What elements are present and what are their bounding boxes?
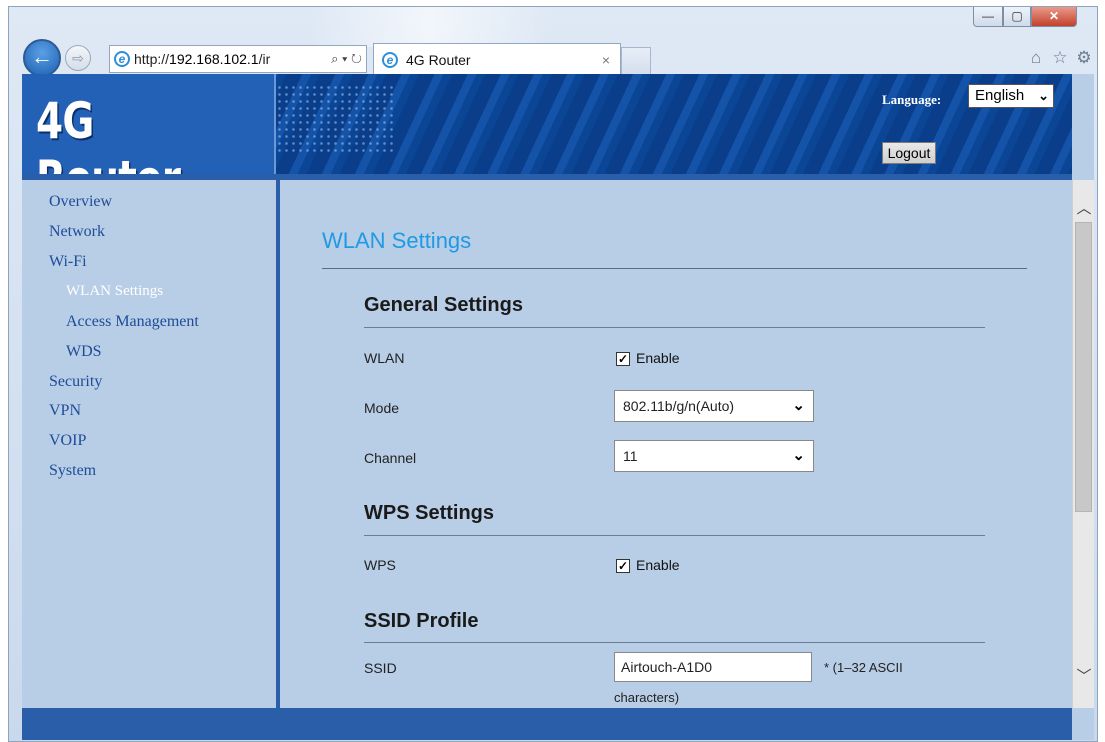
wlan-enable-label: Enable [636, 350, 680, 366]
wps-settings-heading: WPS Settings [364, 502, 495, 524]
maximize-button[interactable]: ▢ [1003, 7, 1031, 27]
favorites-star-icon[interactable]: ☆ [1049, 47, 1071, 69]
sidebar-item-security[interactable]: Security [49, 373, 102, 391]
wps-enable-label: Enable [636, 557, 680, 573]
sidebar-item-voip[interactable]: VOIP [49, 432, 86, 450]
address-prefix: http:// [134, 51, 170, 67]
wlan-label: WLAN [364, 350, 405, 366]
address-host: 192.168.102.1 [169, 51, 259, 67]
logo: 4G Router [22, 74, 276, 208]
sidebar-item-system[interactable]: System [49, 462, 96, 480]
chevron-down-icon: ⌄ [1038, 88, 1049, 103]
channel-select[interactable]: 11 ⌄ [614, 440, 814, 472]
ssid-profile-heading: SSID Profile [364, 610, 479, 632]
ssid-label: SSID [364, 660, 397, 676]
address-tools-icons[interactable]: ⌕ ▾ ↻ [327, 46, 362, 72]
section-divider [364, 642, 985, 643]
browser-tab[interactable]: e 4G Router × [373, 43, 621, 77]
sidebar-item-wds[interactable]: WDS [66, 343, 102, 361]
page-title: WLAN Settings [322, 228, 472, 253]
vertical-scrollbar[interactable]: ︿ ﹀ [1072, 180, 1094, 708]
channel-value: 11 [623, 448, 638, 464]
minimize-button[interactable]: — [973, 7, 1003, 27]
ssid-input[interactable]: Airtouch-A1D0 [614, 652, 812, 682]
sidebar-item-access-management[interactable]: Access Management [66, 313, 199, 331]
chevron-down-icon: ⌄ [792, 397, 805, 414]
footer-bar [22, 708, 1072, 740]
sidebar-item-network[interactable]: Network [49, 223, 105, 241]
chevron-down-icon: ⌄ [792, 447, 805, 464]
section-divider [364, 327, 985, 328]
sidebar-item-wifi[interactable]: Wi-Fi [49, 253, 87, 271]
scroll-up-icon[interactable]: ︿ [1073, 198, 1094, 220]
language-value: English [975, 87, 1025, 104]
scroll-down-icon[interactable]: ﹀ [1073, 666, 1094, 688]
address-bar[interactable]: e http://192.168.102.1/ir ⌕ ▾ ↻ [109, 45, 367, 73]
home-icon[interactable]: ⌂ [1025, 47, 1047, 69]
tab-close-icon[interactable]: × [602, 44, 610, 76]
language-select[interactable]: English ⌄ [968, 84, 1054, 108]
language-label: Language: [882, 92, 942, 107]
scrollbar-thumb[interactable] [1075, 222, 1092, 512]
address-rest: /ir [258, 51, 271, 67]
forward-button[interactable]: ⇨ [65, 45, 91, 71]
title-divider [322, 268, 1027, 269]
wps-enable-checkbox[interactable]: ✓ [616, 559, 630, 573]
wlan-enable-checkbox[interactable]: ✓ [616, 352, 630, 366]
channel-label: Channel [364, 450, 417, 466]
section-divider [364, 535, 985, 536]
main-content: WLAN Settings General Settings WLAN ✓ En… [280, 180, 1072, 708]
ie-page-icon: e [114, 51, 130, 67]
logout-button[interactable]: Logout [882, 142, 936, 164]
ssid-hint: * (1–32 ASCII [824, 660, 903, 675]
titlebar-glare [309, 7, 549, 47]
sidebar-item-overview[interactable]: Overview [49, 193, 112, 211]
sidebar: Overview Network Wi-Fi WLAN Settings Acc… [22, 180, 276, 720]
gear-icon[interactable]: ⚙ [1073, 47, 1095, 69]
banner-pattern [276, 84, 396, 154]
tab-title: 4G Router [406, 52, 471, 68]
mode-value: 802.11b/g/n(Auto) [623, 398, 735, 414]
sidebar-item-vpn[interactable]: VPN [49, 402, 81, 420]
ssid-hint-continued: characters) [614, 690, 680, 705]
new-tab-button[interactable] [621, 47, 651, 77]
sidebar-item-wlan-settings[interactable]: WLAN Settings [66, 283, 163, 300]
close-window-button[interactable]: ✕ [1031, 7, 1077, 27]
page-viewport: 4G Router Language: English ⌄ Logout Ove… [22, 74, 1094, 740]
back-button[interactable]: ← [23, 39, 61, 77]
header-banner: 4G Router Language: English ⌄ Logout [22, 74, 1072, 208]
mode-select[interactable]: 802.11b/g/n(Auto) ⌄ [614, 390, 814, 422]
general-settings-heading: General Settings [364, 294, 523, 316]
wps-label: WPS [364, 557, 396, 573]
tab-favicon-icon: e [382, 52, 398, 68]
mode-label: Mode [364, 400, 400, 416]
